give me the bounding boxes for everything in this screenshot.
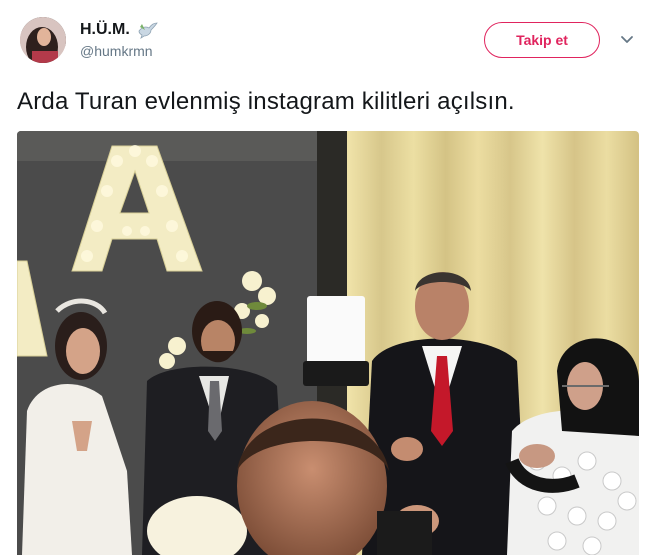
tweet-text: Arda Turan evlenmiş instagram kilitleri … (17, 88, 515, 115)
dove-icon (136, 21, 158, 39)
chevron-down-icon[interactable] (620, 33, 634, 47)
display-name-row: H.Ü.M. (80, 21, 158, 39)
follow-button[interactable]: Takip et (484, 22, 600, 58)
tweet-photo[interactable] (17, 131, 639, 555)
tweet-card: H.Ü.M. @humkrmn Takip et Arda Turan evle… (0, 0, 658, 555)
user-names: H.Ü.M. @humkrmn (80, 21, 158, 59)
avatar[interactable] (20, 17, 66, 63)
user-handle[interactable]: @humkrmn (80, 43, 158, 59)
display-name[interactable]: H.Ü.M. (80, 21, 130, 39)
